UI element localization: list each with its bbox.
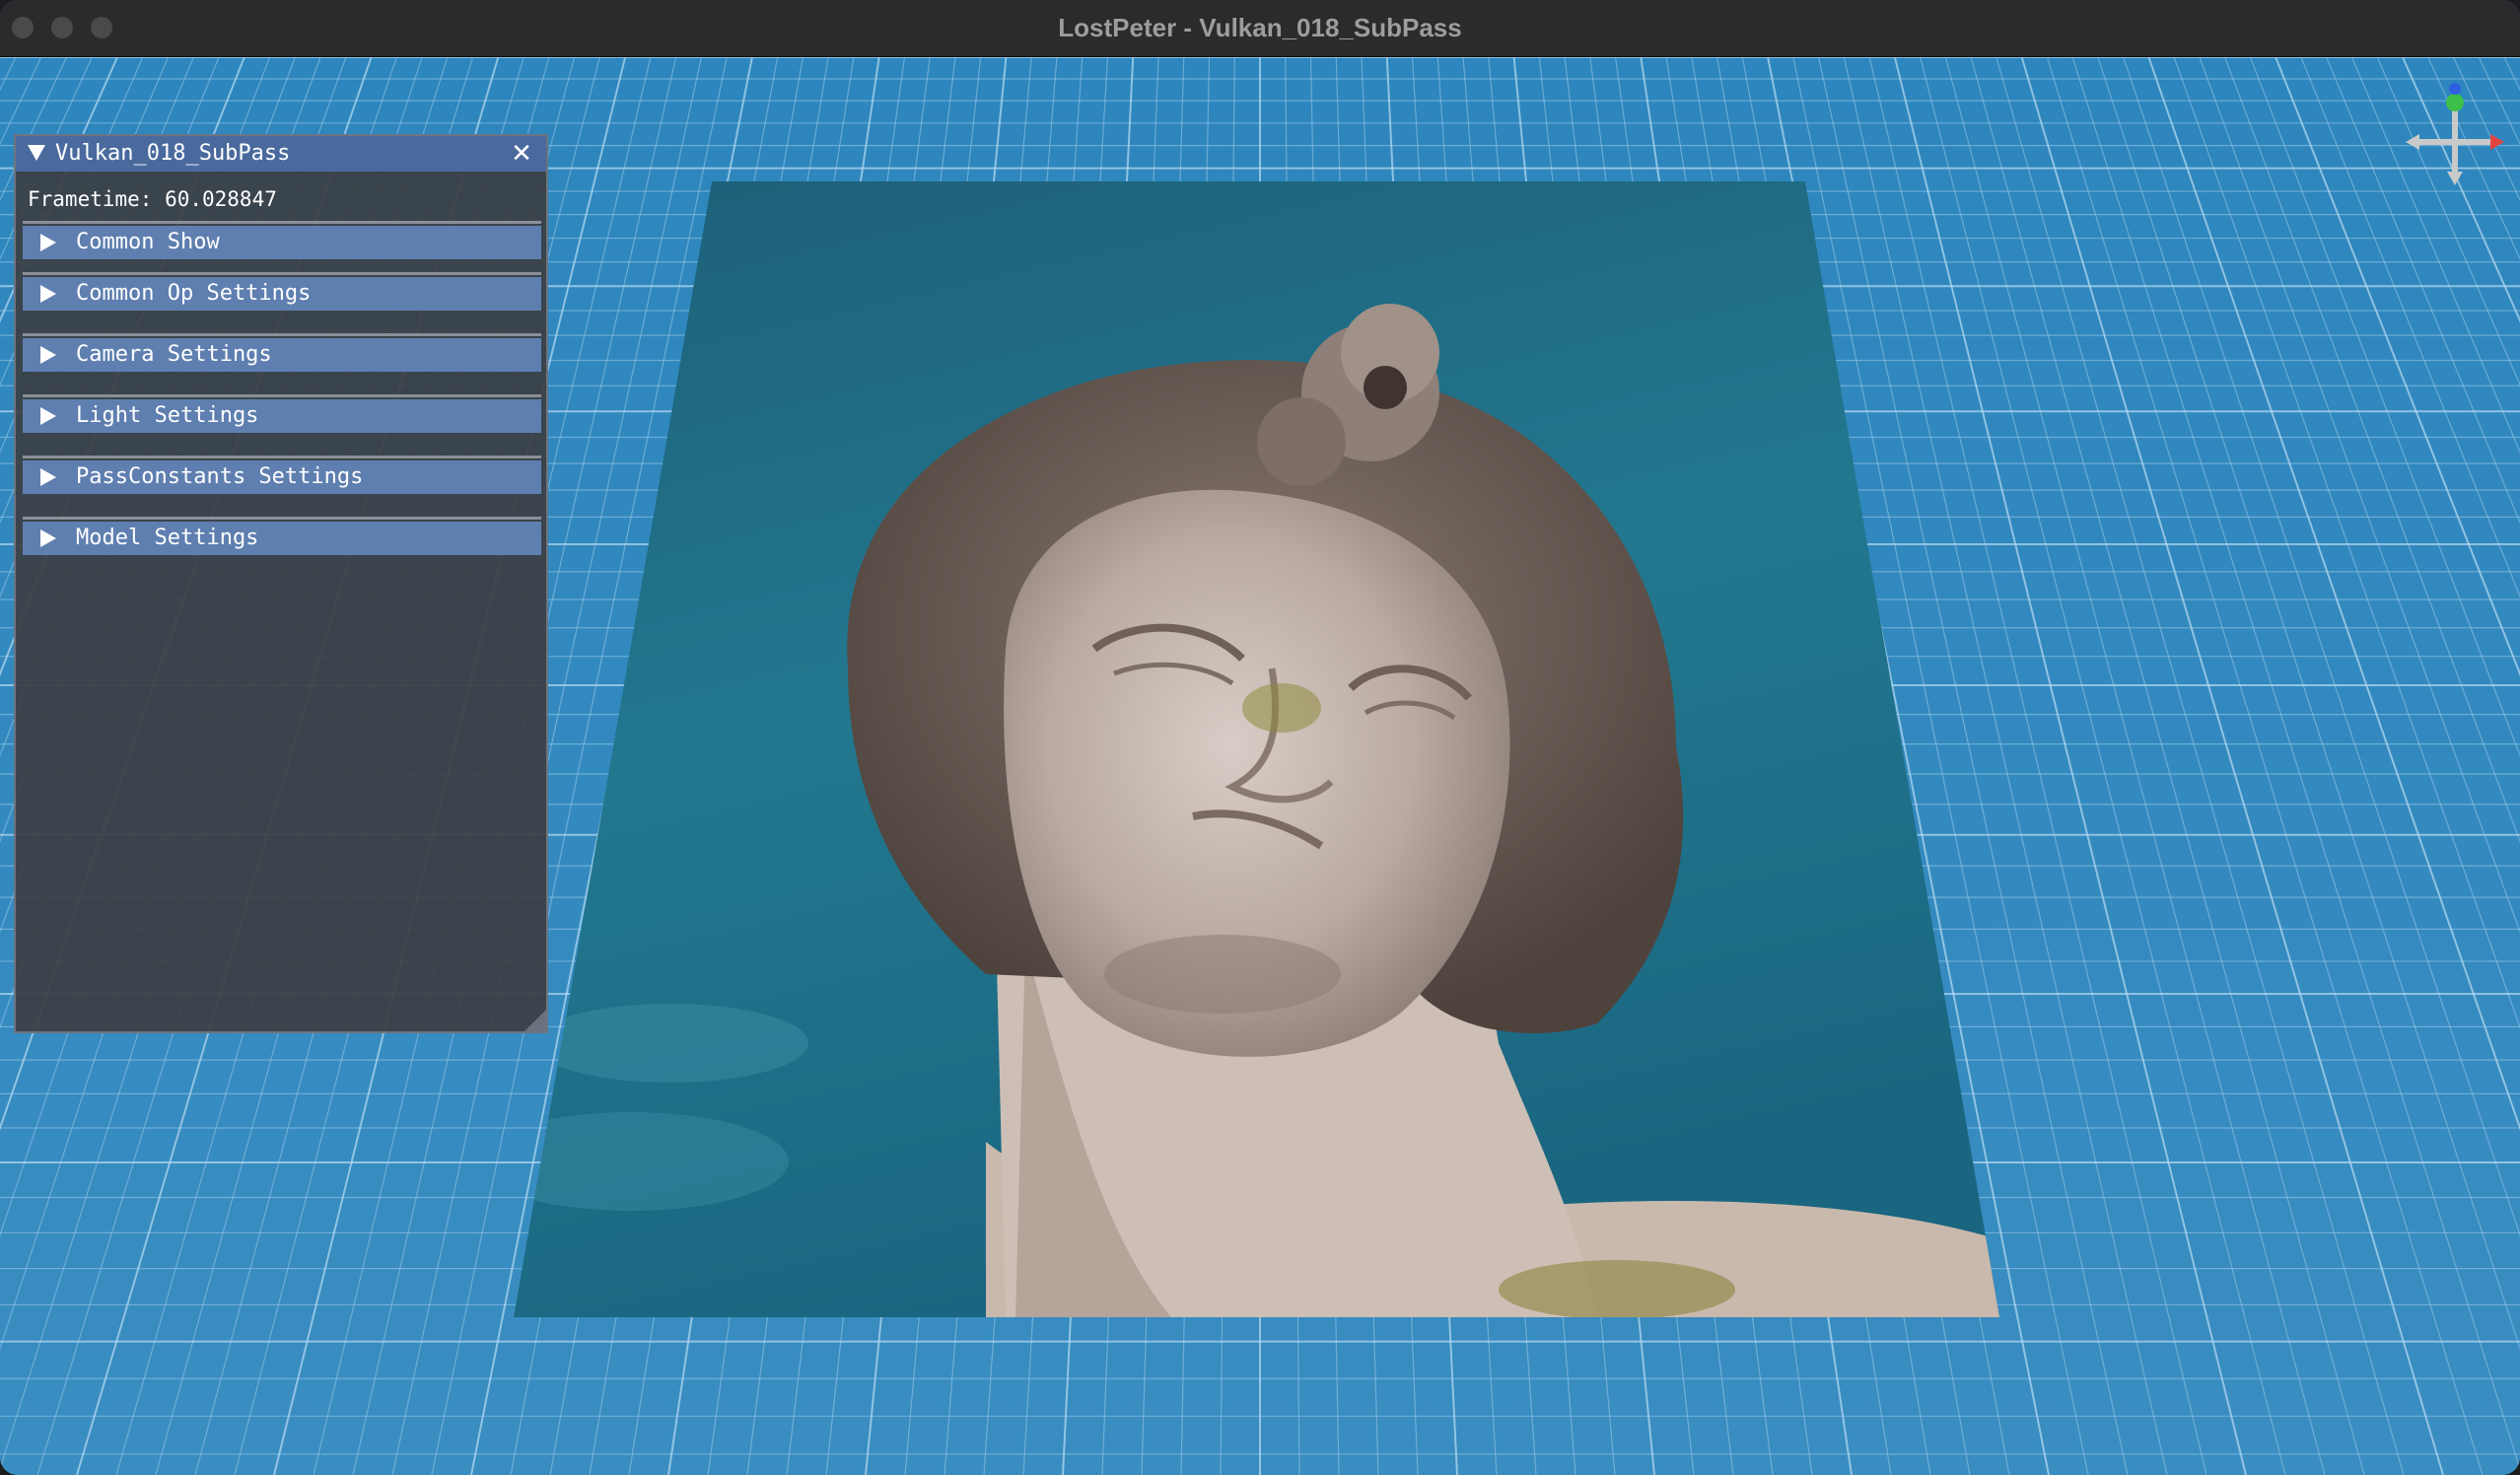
expand-arrow-icon bbox=[40, 234, 56, 251]
section-divider bbox=[23, 394, 541, 397]
section-label: Common Op Settings bbox=[76, 281, 312, 306]
section-common-show[interactable]: Common Show bbox=[23, 226, 541, 259]
section-label: Light Settings bbox=[76, 403, 259, 428]
frametime-label: Frametime: 60.028847 bbox=[28, 187, 277, 211]
collapse-arrow-icon[interactable] bbox=[28, 145, 45, 161]
section-divider bbox=[23, 517, 541, 520]
section-divider bbox=[23, 221, 541, 224]
section-label: PassConstants Settings bbox=[76, 464, 364, 489]
section-label: Common Show bbox=[76, 230, 220, 254]
panel-title: Vulkan_018_SubPass bbox=[55, 141, 291, 166]
expand-arrow-icon bbox=[40, 346, 56, 364]
section-label: Camera Settings bbox=[76, 342, 272, 367]
section-divider bbox=[23, 333, 541, 336]
section-passconstants-settings[interactable]: PassConstants Settings bbox=[23, 460, 541, 494]
panel-header[interactable]: Vulkan_018_SubPass ✕ bbox=[16, 136, 546, 172]
title-bar[interactable]: LostPeter - Vulkan_018_SubPass bbox=[0, 0, 2520, 57]
render-viewport[interactable]: Vulkan_018_SubPass ✕ Frametime: 60.02884… bbox=[0, 57, 2520, 1475]
expand-arrow-icon bbox=[40, 407, 56, 425]
expand-arrow-icon bbox=[40, 285, 56, 303]
close-icon[interactable]: ✕ bbox=[507, 138, 536, 170]
section-common-op-settings[interactable]: Common Op Settings bbox=[23, 277, 541, 311]
window-title: LostPeter - Vulkan_018_SubPass bbox=[1058, 13, 1462, 42]
section-camera-settings[interactable]: Camera Settings bbox=[23, 338, 541, 372]
app-window: LostPeter - Vulkan_018_SubPass Vulkan_01… bbox=[0, 0, 2520, 1475]
settings-panel[interactable]: Vulkan_018_SubPass ✕ Frametime: 60.02884… bbox=[14, 134, 548, 1033]
section-divider bbox=[23, 272, 541, 275]
axis-gizmo-icon[interactable] bbox=[2406, 81, 2504, 189]
resize-grip-icon[interactable] bbox=[525, 1010, 546, 1031]
section-light-settings[interactable]: Light Settings bbox=[23, 399, 541, 433]
expand-arrow-icon bbox=[40, 468, 56, 486]
section-model-settings[interactable]: Model Settings bbox=[23, 522, 541, 555]
expand-arrow-icon bbox=[40, 529, 56, 547]
section-divider bbox=[23, 456, 541, 458]
section-label: Model Settings bbox=[76, 526, 259, 550]
